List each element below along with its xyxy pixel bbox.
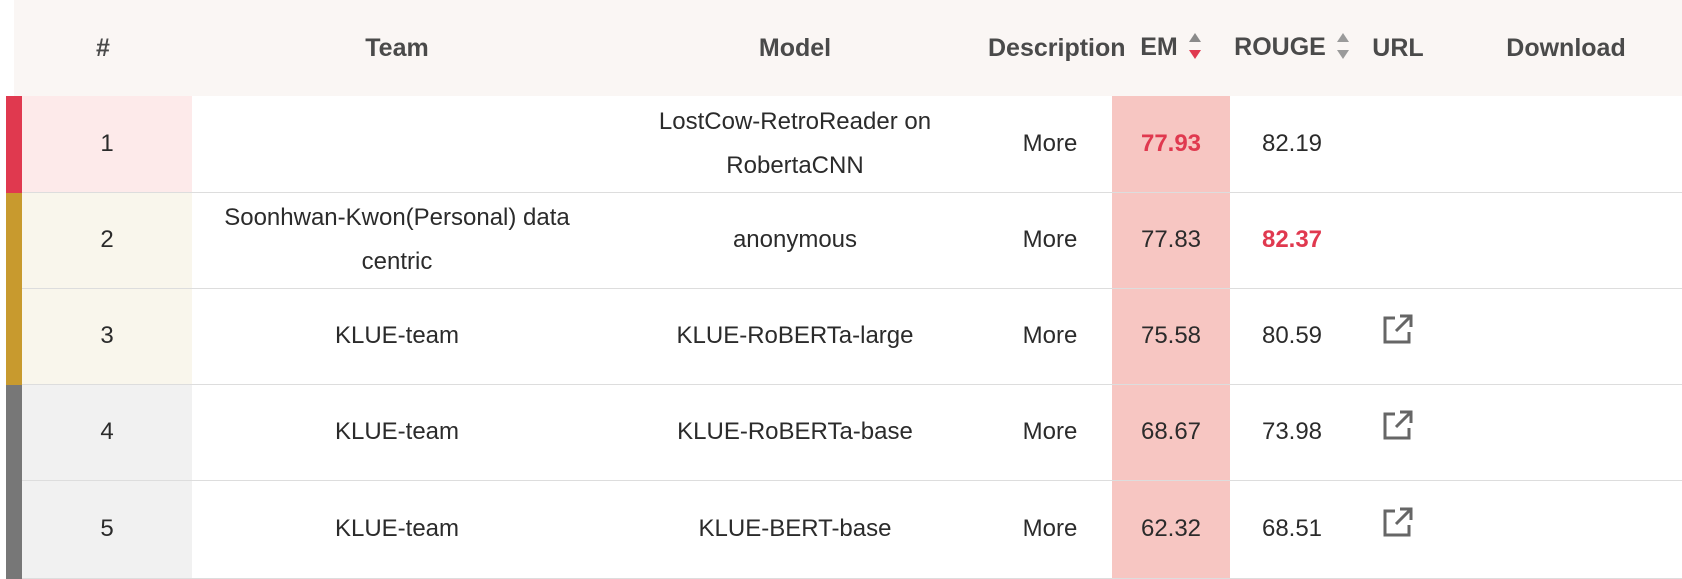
description-cell: More	[988, 384, 1112, 481]
external-link-icon[interactable]	[1381, 312, 1415, 361]
download-cell	[1442, 384, 1682, 481]
em-cell: 77.93	[1112, 96, 1230, 193]
description-cell: More	[988, 96, 1112, 193]
model-cell: KLUE-RoBERTa-base	[602, 384, 988, 481]
table-row: 3 KLUE-team KLUE-RoBERTa-large More 75.5…	[6, 288, 1682, 385]
header-row: # Team Model Description EM ROUGE URL Do…	[14, 0, 1682, 96]
rouge-cell: 68.51	[1230, 480, 1354, 579]
more-link[interactable]: More	[1023, 226, 1078, 253]
url-cell	[1354, 480, 1442, 579]
more-link[interactable]: More	[1023, 515, 1078, 542]
model-cell: KLUE-RoBERTa-large	[602, 288, 988, 385]
description-cell: More	[988, 192, 1112, 289]
sort-neutral-icon	[1336, 33, 1349, 60]
rouge-cell: 80.59	[1230, 288, 1354, 385]
team-cell: KLUE-team	[192, 288, 602, 385]
description-cell: More	[988, 480, 1112, 579]
column-header-download: Download	[1506, 33, 1626, 62]
rank-cell: 4	[6, 384, 192, 481]
url-cell	[1354, 288, 1442, 385]
model-cell: KLUE-BERT-base	[602, 480, 988, 579]
team-cell: KLUE-team	[192, 480, 602, 579]
sort-descending-icon	[1188, 33, 1201, 60]
sort-toggle-rouge[interactable]	[1336, 31, 1350, 61]
model-cell: anonymous	[602, 192, 988, 289]
download-cell	[1442, 480, 1682, 579]
column-header-em[interactable]: EM	[1112, 0, 1230, 96]
more-link[interactable]: More	[1023, 130, 1078, 157]
rouge-cell: 73.98	[1230, 384, 1354, 481]
column-header-model: Model	[758, 33, 832, 62]
rouge-cell: 82.19	[1230, 96, 1354, 193]
team-cell	[192, 96, 602, 193]
leaderboard: # Team Model Description EM ROUGE URL Do…	[6, 0, 1682, 579]
leaderboard-table: # Team Model Description EM ROUGE URL Do…	[6, 0, 1682, 579]
external-link-icon[interactable]	[1381, 408, 1415, 457]
rank-cell: 3	[6, 288, 192, 385]
em-cell: 75.58	[1112, 288, 1230, 385]
team-cell: KLUE-team	[192, 384, 602, 481]
column-header-description: Description	[988, 33, 1126, 62]
rouge-cell: 82.37	[1230, 192, 1354, 289]
team-cell: Soonhwan-Kwon(Personal) data centric	[192, 192, 602, 289]
download-cell	[1442, 288, 1682, 385]
table-row: 1 LostCow-RetroReader on RobertaCNN More…	[6, 96, 1682, 193]
url-cell	[1354, 384, 1442, 481]
table-row: 5 KLUE-team KLUE-BERT-base More 62.32 68…	[6, 480, 1682, 579]
rank-cell: 1	[6, 96, 192, 193]
column-header-rouge[interactable]: ROUGE	[1230, 0, 1354, 96]
rank-cell: 5	[6, 480, 192, 579]
model-name: LostCow-RetroReader on RobertaCNN	[658, 107, 932, 179]
column-header-url: URL	[1372, 33, 1424, 62]
description-cell: More	[988, 288, 1112, 385]
team-name: Soonhwan-Kwon(Personal) data centric	[224, 204, 570, 275]
more-link[interactable]: More	[1023, 322, 1078, 349]
download-cell	[1442, 96, 1682, 193]
rank-cell: 2	[6, 192, 192, 289]
column-header-rank: #	[96, 33, 110, 62]
em-cell: 77.83	[1112, 192, 1230, 289]
download-cell	[1442, 192, 1682, 289]
em-cell: 68.67	[1112, 384, 1230, 481]
table-row: 2 Soonhwan-Kwon(Personal) data centric a…	[6, 192, 1682, 289]
table-row: 4 KLUE-team KLUE-RoBERTa-base More 68.67…	[6, 384, 1682, 481]
sort-toggle-em[interactable]	[1188, 31, 1202, 61]
more-link[interactable]: More	[1023, 418, 1078, 445]
em-cell: 62.32	[1112, 480, 1230, 579]
url-cell	[1354, 96, 1442, 193]
url-cell	[1354, 192, 1442, 289]
column-header-team: Team	[365, 33, 429, 62]
model-cell: LostCow-RetroReader on RobertaCNN	[602, 96, 988, 193]
external-link-icon[interactable]	[1381, 505, 1415, 554]
